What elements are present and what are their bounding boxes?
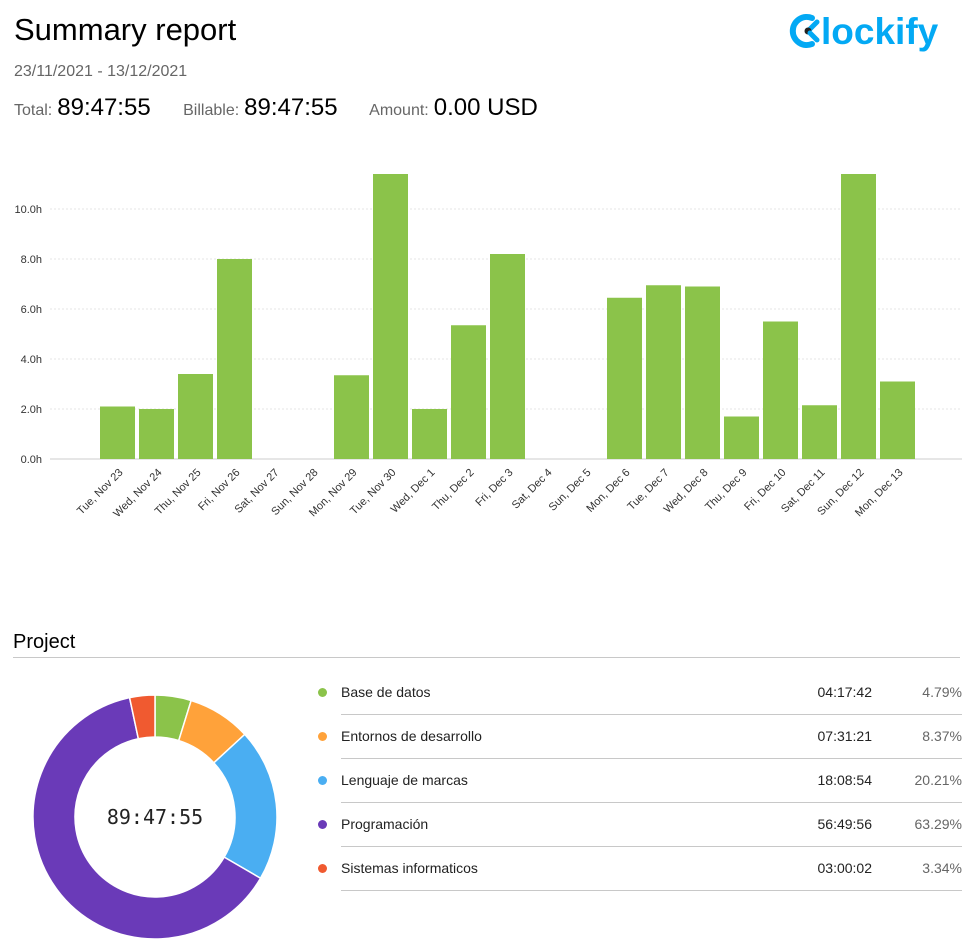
- bar-chart: 0.0h2.0h4.0h6.0h8.0h10.0hTue, Nov 23Wed,…: [14, 174, 962, 520]
- bar[interactable]: [451, 325, 486, 459]
- project-duration: 03:00:02: [817, 860, 873, 876]
- bar[interactable]: [802, 405, 837, 459]
- bar[interactable]: [646, 285, 681, 459]
- bar[interactable]: [178, 374, 213, 459]
- project-section-title: Project: [13, 631, 76, 653]
- clockify-logo[interactable]: lockify: [788, 6, 964, 56]
- bar[interactable]: [373, 174, 408, 459]
- project-name: Lenguaje de marcas: [341, 772, 468, 788]
- y-tick-label: 2.0h: [21, 404, 42, 416]
- y-tick-label: 10.0h: [14, 204, 42, 216]
- project-name: Sistemas informaticos: [341, 860, 478, 876]
- y-tick-label: 0.0h: [21, 454, 42, 466]
- clockify-logo-icon: [789, 14, 820, 48]
- project-duration: 07:31:21: [817, 728, 873, 744]
- bar[interactable]: [880, 381, 915, 460]
- bar[interactable]: [139, 409, 174, 459]
- page-title: Summary report: [14, 12, 237, 47]
- project-duration: 04:17:42: [817, 684, 873, 700]
- project-percent: 20.21%: [914, 772, 962, 788]
- legend-dot-icon: [318, 864, 327, 873]
- legend-dot-icon: [318, 776, 327, 785]
- billable-label: Billable:: [183, 102, 240, 119]
- logo-text: lockify: [821, 11, 939, 52]
- project-name: Programación: [341, 816, 429, 832]
- donut-slice[interactable]: [212, 733, 278, 880]
- legend-dot-icon: [318, 688, 327, 697]
- totals-bar: Total: 89:47:55 Billable: 89:47:55 Amount:…: [14, 94, 566, 122]
- project-percent: 8.37%: [922, 728, 962, 744]
- project-row[interactable]: Sistemas informaticos 03:00:02 3.34%: [316, 847, 962, 891]
- billable-value: 89:47:55: [244, 94, 338, 121]
- bar[interactable]: [490, 254, 525, 459]
- project-name: Entornos de desarrollo: [341, 728, 482, 744]
- bar[interactable]: [841, 174, 876, 459]
- project-row[interactable]: Programación 56:49:56 63.29%: [316, 803, 962, 847]
- project-percent: 63.29%: [914, 816, 962, 832]
- project-duration: 18:08:54: [817, 772, 873, 788]
- bar[interactable]: [412, 409, 447, 459]
- total-label: Total:: [14, 102, 53, 119]
- bar[interactable]: [763, 321, 798, 460]
- project-row[interactable]: Base de datos 04:17:42 4.79%: [316, 671, 962, 715]
- y-tick-label: 4.0h: [21, 354, 42, 366]
- legend-dot-icon: [318, 820, 327, 829]
- y-tick-label: 6.0h: [21, 304, 42, 316]
- date-range: 23/11/2021 - 13/12/2021: [14, 63, 188, 80]
- bar[interactable]: [100, 406, 135, 460]
- bar[interactable]: [217, 259, 252, 459]
- section-divider: [13, 657, 960, 658]
- bar[interactable]: [334, 375, 369, 459]
- project-row[interactable]: Lenguaje de marcas 18:08:54 20.21%: [316, 759, 962, 803]
- amount-value: 0.00 USD: [433, 94, 538, 121]
- bar[interactable]: [724, 416, 759, 460]
- project-name: Base de datos: [341, 684, 431, 700]
- project-percent: 4.79%: [922, 684, 962, 700]
- x-tick-label: Thu, Dec 2: [430, 467, 477, 514]
- row-divider: [341, 890, 962, 891]
- project-donut-chart: [32, 694, 278, 940]
- bar[interactable]: [607, 297, 642, 459]
- project-duration: 56:49:56: [817, 816, 873, 832]
- project-legend: Base de datos 04:17:42 4.79% Entornos de de…: [316, 671, 962, 891]
- total-value: 89:47:55: [57, 94, 151, 121]
- project-row[interactable]: Entornos de desarrollo 07:31:21 8.37%: [316, 715, 962, 759]
- amount-label: Amount:: [369, 102, 429, 119]
- legend-dot-icon: [318, 732, 327, 741]
- y-tick-label: 8.0h: [21, 254, 42, 266]
- project-percent: 3.34%: [922, 860, 962, 876]
- bar[interactable]: [685, 286, 720, 460]
